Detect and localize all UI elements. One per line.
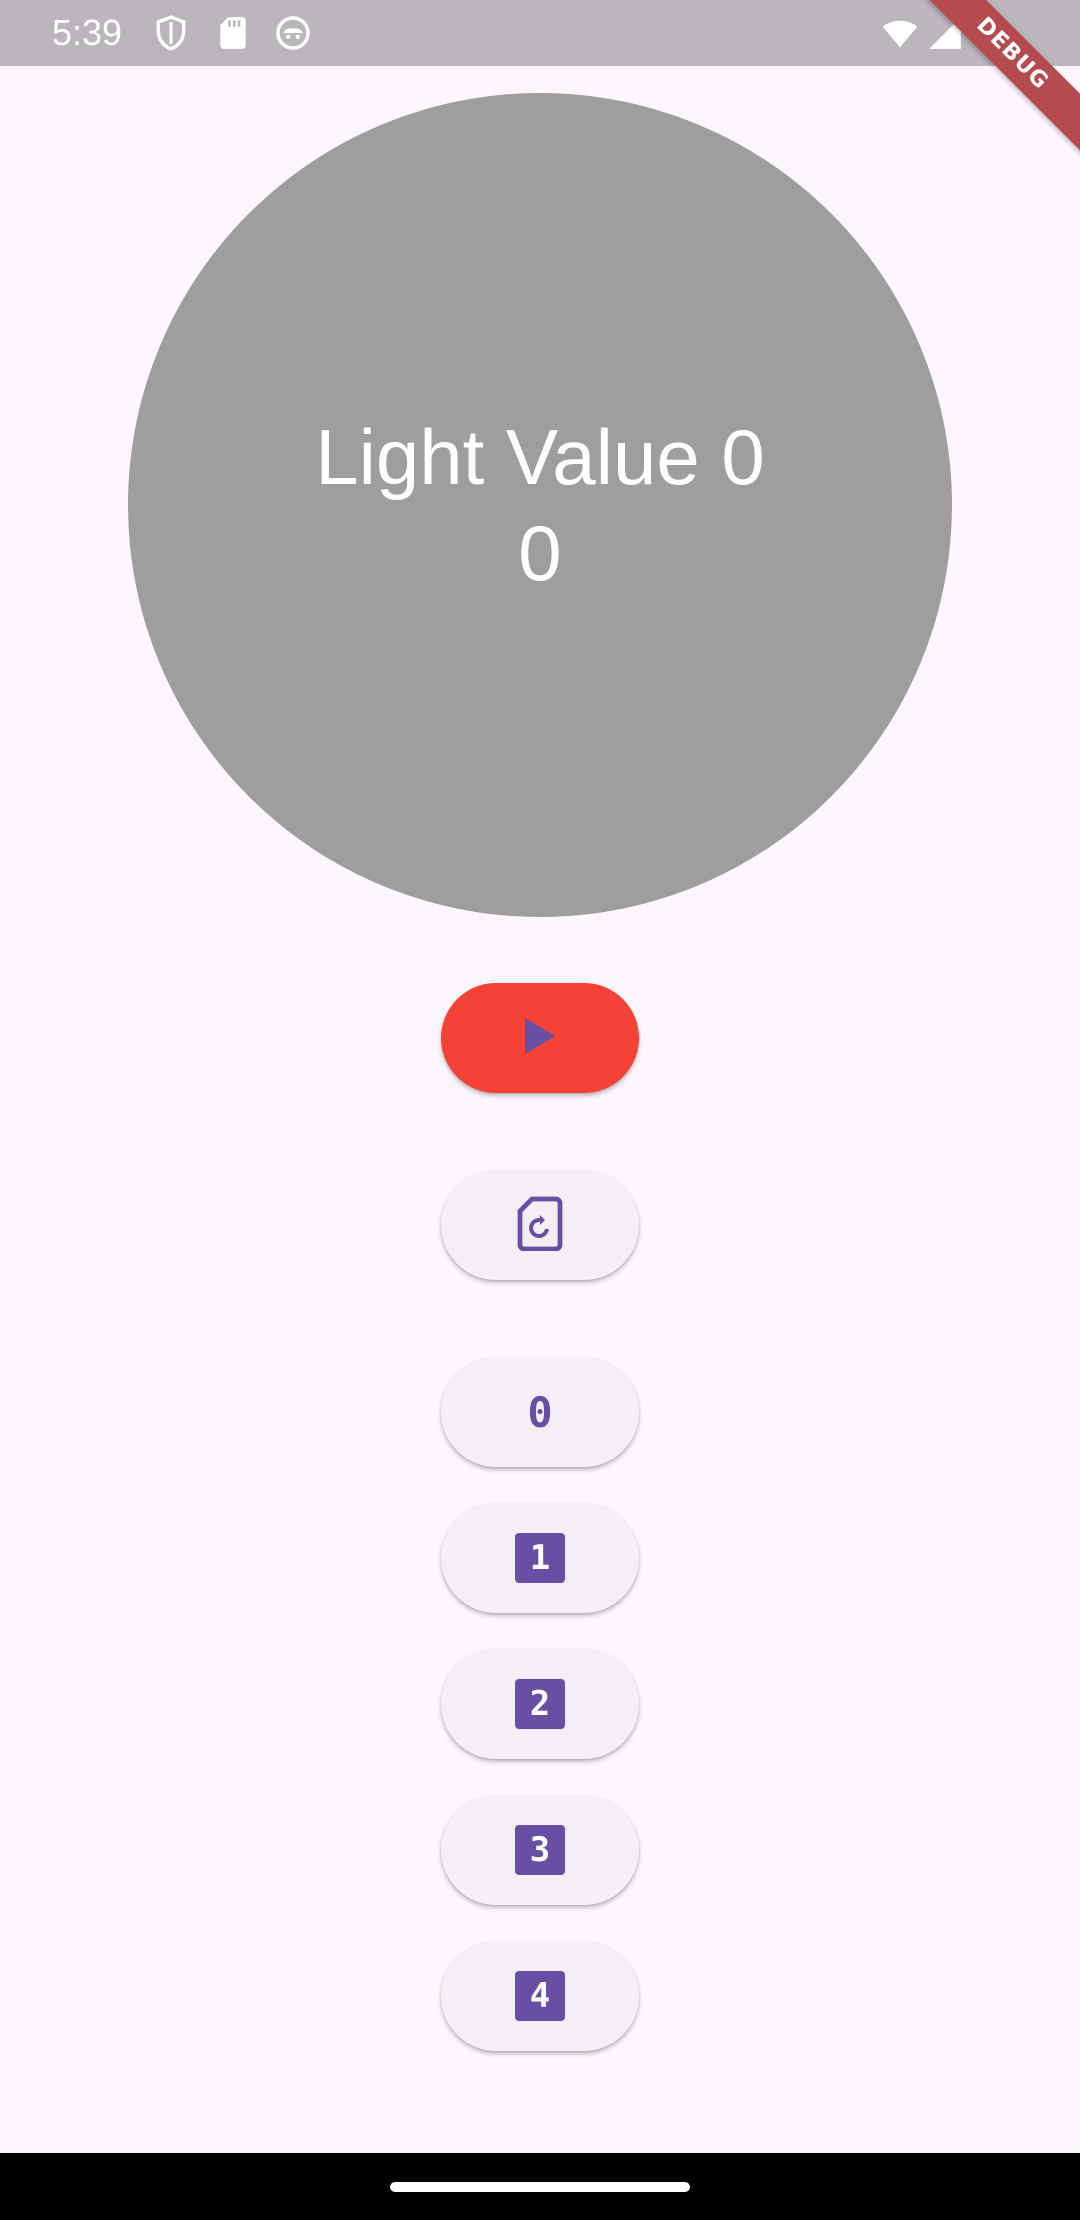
shield-icon xyxy=(152,14,190,52)
light-indicator-circle: Light Value 0 0 xyxy=(128,93,952,917)
sd-card-icon xyxy=(214,14,252,52)
number-2-button[interactable]: 2 xyxy=(441,1649,639,1759)
number-0-button[interactable]: 0 xyxy=(441,1357,639,1467)
number-4-button[interactable]: 4 xyxy=(441,1941,639,2051)
light-value-reading: 0 xyxy=(518,509,562,597)
navigation-bar xyxy=(0,2153,1080,2220)
status-bar: 5:39 DEBUG xyxy=(0,0,1080,161)
wifi-icon xyxy=(880,14,920,52)
android-face-icon xyxy=(274,14,312,52)
reset-button[interactable] xyxy=(441,1170,639,1280)
app-screen: 5:39 DEBUG Light Value 0 0 0 1 2 3 4 xyxy=(0,0,1080,2220)
status-time: 5:39 xyxy=(52,12,123,53)
number-3-button[interactable]: 3 xyxy=(441,1795,639,1905)
numeric-0-icon: 0 xyxy=(527,1387,553,1437)
numeric-4-box-icon: 4 xyxy=(515,1971,565,2021)
numeric-2-box-icon: 2 xyxy=(515,1679,565,1729)
light-value-label: Light Value 0 xyxy=(315,413,765,501)
file-reset-icon xyxy=(516,1195,564,1256)
play-icon xyxy=(523,1016,557,1061)
numeric-3-box-icon: 3 xyxy=(515,1825,565,1875)
numeric-1-box-icon: 1 xyxy=(515,1533,565,1583)
number-1-button[interactable]: 1 xyxy=(441,1503,639,1613)
play-button[interactable] xyxy=(441,983,639,1093)
home-gesture-handle[interactable] xyxy=(390,2182,690,2192)
